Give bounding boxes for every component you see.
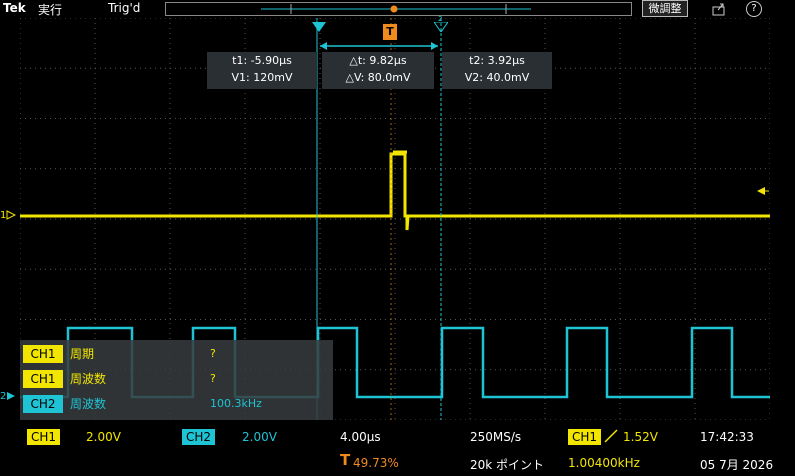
measurement-label: 周波数 [70, 372, 107, 386]
cursor-1-marker[interactable]: 1 [312, 15, 326, 36]
dv-value: △V: 80.0mV [345, 71, 411, 84]
measurement-channel-tag: CH1 [23, 370, 63, 388]
ch1-ref-marker[interactable]: 1 [0, 210, 17, 221]
rising-edge-icon [604, 428, 618, 448]
record-length[interactable]: 20k ポイント [470, 456, 544, 473]
measurement-channel-tag: CH2 [23, 395, 63, 413]
run-state: 実行 [38, 3, 63, 17]
measurement-row[interactable]: CH2 周波数 100.3kHz [20, 392, 332, 416]
trigger-marker[interactable]: T [383, 24, 397, 40]
measurement-row[interactable]: CH1 周波数 ? [20, 367, 332, 391]
v1-value: V1: 120mV [231, 71, 293, 84]
measurement-value: ? [210, 372, 216, 385]
top-status-bar: Tek 実行 Trig'd 微調整 ? [0, 0, 795, 18]
help-icon[interactable]: ? [746, 1, 762, 17]
cursor-2-marker[interactable]: 2 [433, 15, 449, 36]
measurement-label: 周波数 [70, 397, 107, 411]
record-position-bar[interactable] [165, 2, 632, 16]
timebase[interactable]: 4.00µs [340, 430, 381, 444]
fine-button[interactable]: 微調整 [642, 0, 688, 17]
trigger-position-icon: T [340, 451, 351, 469]
ch1-scale[interactable]: 2.00V [86, 430, 121, 444]
ch1-scale-tag[interactable]: CH1 [27, 429, 61, 445]
dt-value: △t: 9.82µs [349, 54, 407, 67]
date: 05 7月 2026 [700, 458, 774, 472]
t1-value: t1: -5.90µs [232, 54, 292, 67]
trigger-position[interactable]: 49.73% [353, 456, 399, 470]
trigger-level-marker[interactable] [757, 181, 769, 200]
clock-time: 17:42:33 [700, 430, 754, 444]
t2-value: t2: 3.92µs [469, 54, 525, 67]
cursor-2-readout: t2: 3.92µs V2: 40.0mV [442, 52, 552, 89]
measurement-channel-tag: CH1 [23, 345, 63, 363]
measurement-row[interactable]: CH1 周期 ? [20, 342, 332, 366]
sample-rate: 250MS/s [470, 430, 522, 444]
measurement-label: 周期 [70, 347, 95, 361]
tek-logo: Tek [3, 1, 26, 15]
cursor-1-readout: t1: -5.90µs V1: 120mV [207, 52, 317, 89]
ch2-ref-marker[interactable]: 2 [0, 391, 16, 402]
trigger-frequency: 1.00400kHz [568, 456, 640, 470]
measurement-value: ? [210, 347, 216, 360]
trigger-state: Trig'd [108, 1, 141, 15]
v2-value: V2: 40.0mV [464, 71, 530, 84]
ch2-scale-tag[interactable]: CH2 [182, 429, 216, 445]
trigger-level[interactable]: 1.52V [623, 430, 658, 444]
ch2-scale[interactable]: 2.00V [242, 430, 277, 444]
measurement-value: 100.3kHz [210, 397, 262, 410]
delta-readout: △t: 9.82µs △V: 80.0mV [322, 52, 434, 89]
trigger-channel-tag[interactable]: CH1 [568, 429, 602, 445]
